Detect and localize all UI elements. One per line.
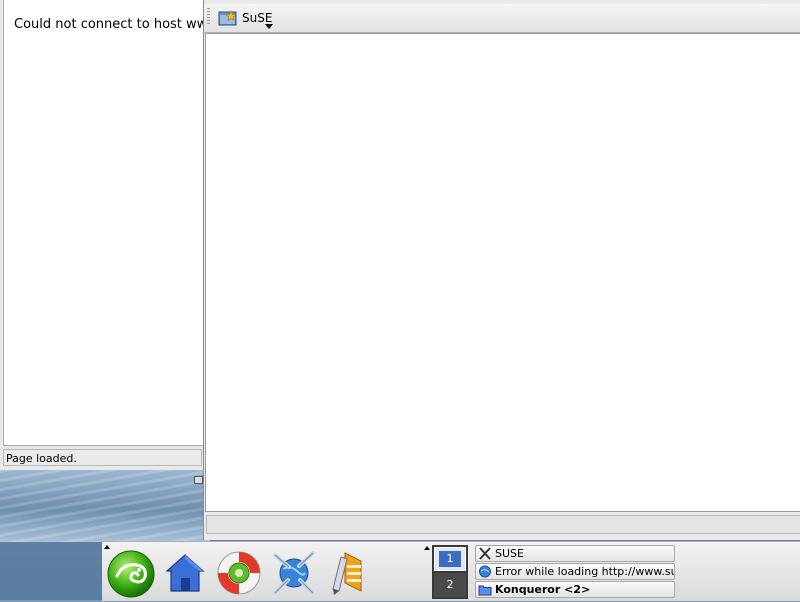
folder-icon <box>478 583 492 596</box>
error-message: Could not connect to host www.suse.de. <box>14 17 203 32</box>
task-konqueror-2[interactable]: Konqueror <2> <box>475 581 675 598</box>
toolbar-handle[interactable] <box>207 8 210 26</box>
chevron-down-icon[interactable] <box>265 24 273 29</box>
suse-menu-button[interactable] <box>105 547 157 599</box>
help-button[interactable] <box>213 547 265 599</box>
pager-arrow-icon[interactable] <box>424 546 430 550</box>
konqueror-icon <box>273 551 315 595</box>
status-bar <box>206 515 800 534</box>
office-button[interactable] <box>321 547 373 599</box>
resize-handle[interactable] <box>194 476 203 484</box>
page-view: Could not connect to host www.suse.de. <box>3 0 204 446</box>
konqueror-window-front[interactable]: SuSE <box>203 0 800 540</box>
pencil-icon <box>332 552 362 595</box>
lifebuoy-icon <box>217 551 261 595</box>
bookmark-folder-icon <box>218 10 238 26</box>
status-bar: Page loaded. <box>3 449 202 466</box>
konqueror-window-back[interactable]: Could not connect to host www.suse.de. P… <box>0 0 206 470</box>
task-label: Error while loading http://www.suse.de <box>495 565 674 578</box>
pager-desktop-2[interactable]: 2 <box>434 573 466 597</box>
home-button[interactable] <box>159 547 211 599</box>
task-suse[interactable]: SUSE <box>475 545 675 562</box>
pager-desktop-1[interactable]: 1 <box>434 547 466 571</box>
home-icon <box>165 554 205 592</box>
desktop-pager: 1 2 <box>432 545 468 599</box>
x-icon <box>478 547 492 560</box>
kde-panel: 1 2 SUSE Error while loading http://www.… <box>102 541 800 601</box>
bookmark-folder-label: SuSE <box>242 11 273 25</box>
bookmark-toolbar: SuSE <box>204 4 800 33</box>
suse-gecko-icon <box>107 550 155 598</box>
task-error-loading[interactable]: Error while loading http://www.suse.de <box>475 563 675 580</box>
page-view <box>205 33 800 512</box>
task-label: SUSE <box>495 547 524 560</box>
task-label: Konqueror <2> <box>495 583 591 596</box>
desktop-wallpaper <box>0 470 210 542</box>
web-browser-button[interactable] <box>267 547 319 599</box>
konqueror-icon <box>478 565 492 578</box>
